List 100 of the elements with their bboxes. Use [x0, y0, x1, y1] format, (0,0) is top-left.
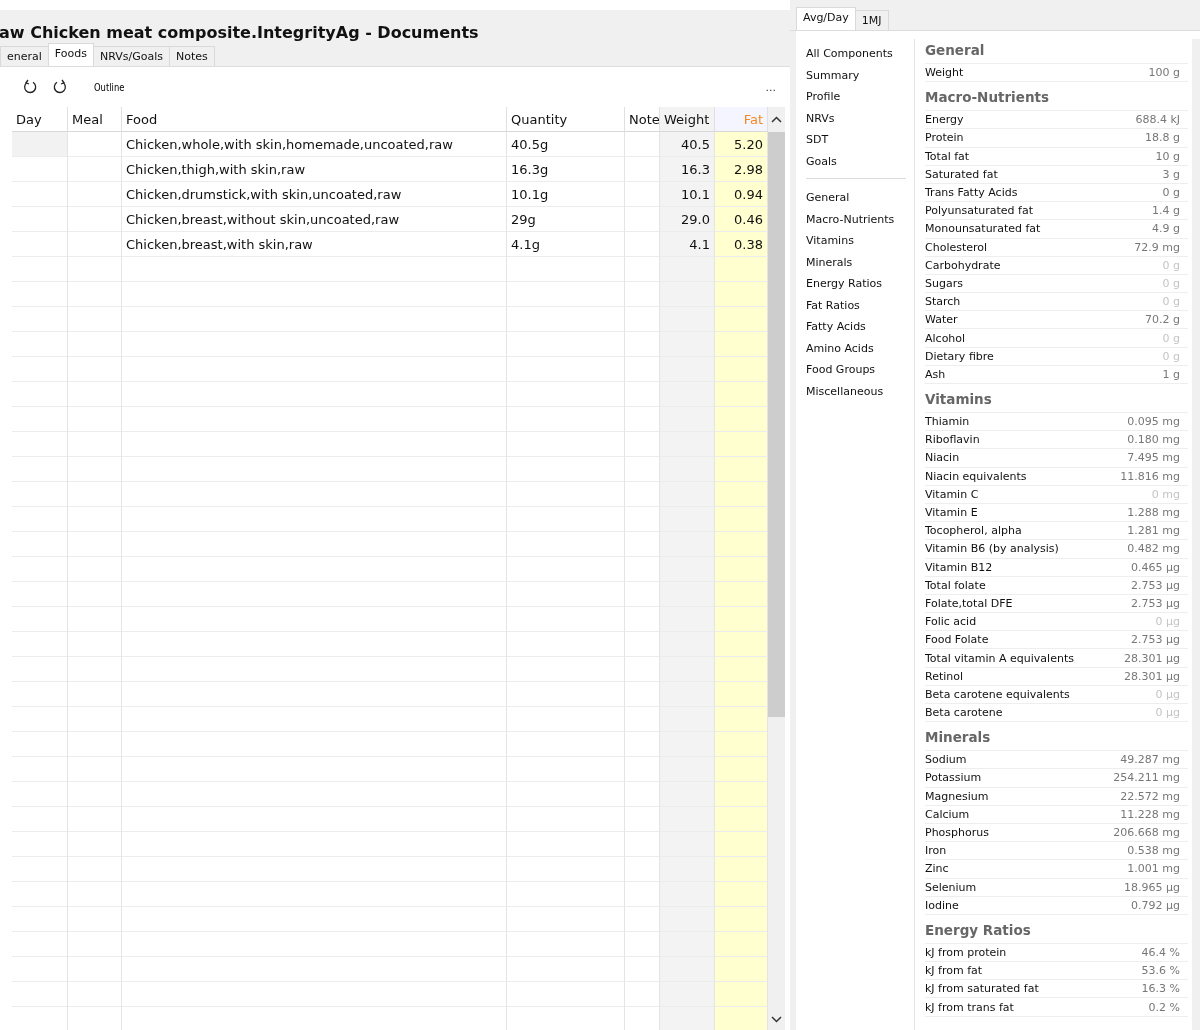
nutrient-value: 0 g [1162, 186, 1181, 200]
outline-button[interactable]: Outline [94, 80, 125, 94]
nav-link[interactable]: Energy Ratios [806, 273, 914, 295]
table-cell [715, 707, 768, 732]
table-cell [68, 907, 122, 932]
tab[interactable]: Avg/Day [796, 7, 856, 30]
nutrient-value: 206.668 mg [1113, 826, 1181, 840]
table-cell [715, 982, 768, 1007]
table-cell [715, 957, 768, 982]
nav-link[interactable]: Fat Ratios [806, 294, 914, 316]
table-cell [68, 682, 122, 707]
table-cell [12, 707, 68, 732]
table-cell [12, 332, 68, 357]
table-cell [68, 607, 122, 632]
nav-link[interactable]: Amino Acids [806, 337, 914, 359]
nutrient-name: Total fat [925, 149, 971, 163]
column-header[interactable]: Meal [68, 107, 122, 132]
redo-icon[interactable] [52, 79, 68, 95]
scrollbar[interactable] [768, 107, 785, 1030]
nav-link[interactable]: Miscellaneous [806, 380, 914, 402]
nutrient-name: Food Folate [925, 633, 990, 647]
column-header[interactable]: Day [12, 107, 68, 132]
nutrient-name: kJ from protein [925, 945, 1008, 959]
table-cell [68, 757, 122, 782]
nutrient-name: Cholesterol [925, 240, 989, 254]
table-cell [660, 657, 715, 682]
table-cell [12, 157, 68, 182]
tab[interactable]: 1MJ [854, 10, 889, 30]
nutrient-name: Weight [925, 66, 965, 80]
table-cell [12, 482, 68, 507]
nav-link[interactable]: Food Groups [806, 359, 914, 381]
nutrient-value: 688.4 kJ [1135, 113, 1181, 127]
table-cell [660, 882, 715, 907]
nutrient-name: Iron [925, 844, 948, 858]
table-cell [625, 357, 660, 382]
tab[interactable]: Notes [168, 46, 215, 66]
nav-link[interactable]: Profile [806, 86, 914, 108]
nutrient-value: 11.228 mg [1120, 807, 1181, 821]
table-cell [625, 382, 660, 407]
column-header[interactable]: Weight [660, 107, 715, 132]
table-cell [625, 957, 660, 982]
table-cell [660, 607, 715, 632]
section-heading: Minerals [925, 726, 1188, 752]
nutrient-value: 0.482 mg [1127, 542, 1181, 556]
column-header[interactable]: Note [625, 107, 660, 132]
nav-link[interactable]: SDT [806, 129, 914, 151]
table-cell: 40.5g [507, 132, 625, 157]
table-cell: Chicken,whole,with skin,homemade,uncoated,raw [122, 132, 507, 157]
undo-icon[interactable] [22, 79, 38, 95]
nav-link[interactable]: All Components [806, 43, 914, 65]
nav-link[interactable]: Goals [806, 150, 914, 172]
table-cell [68, 832, 122, 857]
tab[interactable]: Foods [47, 43, 94, 66]
table-cell [715, 307, 768, 332]
table-cell [68, 982, 122, 1007]
tab[interactable]: eneral [0, 46, 49, 66]
nutrient-name: kJ from saturated fat [925, 982, 1040, 996]
nav-link[interactable]: Macro-Nutrients [806, 208, 914, 230]
table-cell [12, 182, 68, 207]
table-cell [68, 857, 122, 882]
nutrient-name: kJ from trans fat [925, 1000, 1015, 1014]
table-cell [68, 432, 122, 457]
table-cell [625, 807, 660, 832]
table-cell [660, 732, 715, 757]
nutrient-value: 16.3 % [1141, 982, 1181, 996]
more-button[interactable]: ... [765, 80, 776, 94]
table-cell [715, 432, 768, 457]
nav-link[interactable]: Fatty Acids [806, 316, 914, 338]
column-header[interactable]: Quantity [507, 107, 625, 132]
nav-link[interactable]: General [806, 187, 914, 209]
nav-link[interactable]: NRVs [806, 107, 914, 129]
table-cell [625, 732, 660, 757]
nutrient-value: 46.4 % [1141, 945, 1181, 959]
nutrient-name: Folic acid [925, 615, 978, 629]
table-cell [625, 132, 660, 157]
nutrient-value: 0.465 µg [1131, 560, 1181, 574]
nutrient-value: 28.301 µg [1124, 651, 1181, 665]
table-cell [12, 382, 68, 407]
table-cell [12, 457, 68, 482]
table-cell [68, 182, 122, 207]
table-cell [625, 482, 660, 507]
nutrient-name: Total folate [925, 578, 987, 592]
table-cell [12, 807, 68, 832]
table-cell [68, 407, 122, 432]
nutrient-name: Selenium [925, 880, 978, 894]
nutrient-name: Vitamin E [925, 506, 979, 520]
nav-link[interactable]: Vitamins [806, 230, 914, 252]
table-cell [625, 207, 660, 232]
nutrient-name: Dietary fibre [925, 349, 995, 363]
table-cell [12, 532, 68, 557]
table-cell [625, 657, 660, 682]
nutrient-name: Potassium [925, 771, 983, 785]
table-cell [715, 507, 768, 532]
nav-link[interactable]: Summary [806, 64, 914, 86]
nutrient-value: 4.9 g [1152, 222, 1181, 236]
table-cell [625, 507, 660, 532]
table-cell [12, 432, 68, 457]
nutrient-name: Starch [925, 295, 962, 309]
column-header[interactable]: Food [122, 107, 507, 132]
nav-link[interactable]: Minerals [806, 251, 914, 273]
